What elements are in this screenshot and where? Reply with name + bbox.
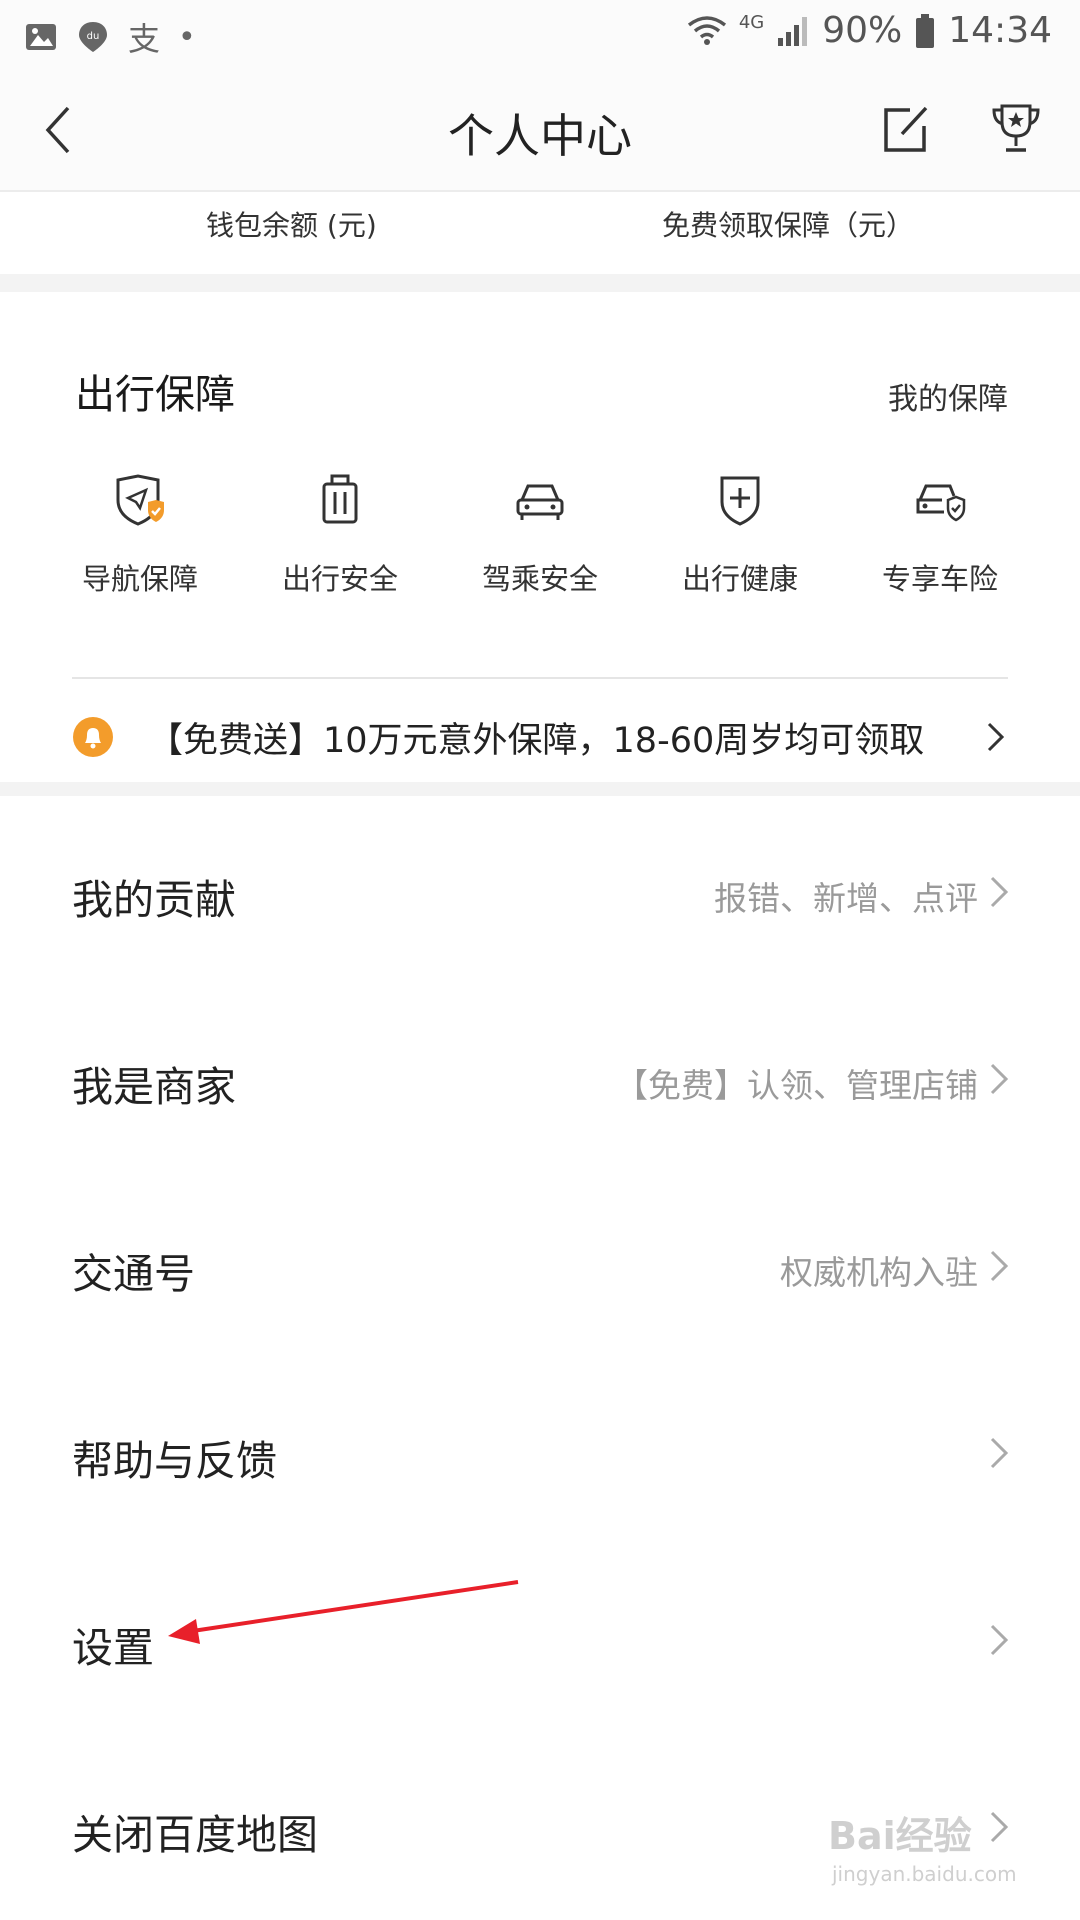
travel-safety-item[interactable]: 出行安全 xyxy=(240,472,440,598)
menu-item-label: 交通号 xyxy=(72,1250,195,1298)
battery-percent: 90% xyxy=(822,10,903,51)
section-title: 出行保障 xyxy=(75,372,235,418)
menu-item-label: 我是商家 xyxy=(72,1063,236,1111)
car-insurance-icon xyxy=(916,484,966,522)
menu-item-help-feedback[interactable]: 帮助与反馈 xyxy=(0,1357,1080,1544)
menu-item-contributions[interactable]: 我的贡献 报错、新增、点评 xyxy=(0,796,1080,983)
notification-dot: • xyxy=(178,19,196,55)
chevron-right-icon xyxy=(987,722,1005,752)
chevron-right-icon xyxy=(990,1063,1009,1095)
travel-health-item[interactable]: 出行健康 xyxy=(640,472,840,598)
chevron-right-icon xyxy=(990,1437,1009,1469)
divider xyxy=(72,677,1008,679)
free-insurance-banner[interactable]: 【免费送】10万元意外保障，18-60周岁均可领取 xyxy=(72,702,1008,772)
wifi-icon xyxy=(687,15,726,45)
menu-item-label: 关闭百度地图 xyxy=(72,1811,318,1859)
battery-icon xyxy=(916,13,935,48)
nav-shield-icon xyxy=(116,474,164,526)
nav-protection-item[interactable]: 导航保障 xyxy=(40,472,240,598)
protection-label: 导航保障 xyxy=(81,562,198,596)
menu-item-traffic-account[interactable]: 交通号 权威机构入驻 xyxy=(0,1170,1080,1357)
driving-safety-item[interactable]: 驾乘安全 xyxy=(440,472,640,598)
my-protection-link[interactable]: 我的保障 xyxy=(888,374,1008,418)
gallery-icon xyxy=(26,24,56,50)
status-bar: du 支 • 4G 90% 14:34 xyxy=(0,0,1080,70)
protection-grid: 导航保障 出行安全 驾乘安全 出行健康 专享车险 xyxy=(40,472,1040,598)
protection-label: 驾乘安全 xyxy=(481,562,598,596)
top-nav-bar: 个人中心 xyxy=(0,70,1080,192)
car-icon xyxy=(516,484,564,520)
network-type: 4G xyxy=(738,12,765,33)
section-gap xyxy=(0,274,1080,292)
travel-protection-card: 出行保障 我的保障 导航保障 出行安全 驾乘安全 出行健康 专享车险 【免费送】… xyxy=(0,292,1080,782)
chevron-right-icon xyxy=(990,876,1009,908)
menu-item-hint: 报错、新增、点评 xyxy=(714,879,978,918)
protection-label: 专享车险 xyxy=(881,562,998,596)
luggage-icon xyxy=(322,474,358,524)
menu-item-hint: 【免费】认领、管理店铺 xyxy=(615,1066,978,1105)
svg-text:du: du xyxy=(87,31,100,42)
protection-label: 出行健康 xyxy=(681,562,798,596)
car-insurance-item[interactable]: 专享车险 xyxy=(840,472,1040,598)
watermark-url: jingyan.baidu.com xyxy=(832,1862,1017,1886)
section-gap xyxy=(0,782,1080,796)
chevron-right-icon xyxy=(990,1250,1009,1282)
trophy-icon[interactable] xyxy=(988,100,1044,156)
free-protection-label[interactable]: 免费领取保障（元） xyxy=(662,204,914,244)
wallet-strip: 钱包余额 (元) 免费领取保障（元） xyxy=(0,194,1080,274)
signal-icon xyxy=(778,16,808,46)
health-shield-icon xyxy=(720,476,760,526)
protection-label: 出行安全 xyxy=(281,562,398,596)
menu-item-label: 我的贡献 xyxy=(72,876,236,924)
menu-item-merchant[interactable]: 我是商家 【免费】认领、管理店铺 xyxy=(0,983,1080,1170)
menu-item-settings[interactable]: 设置 xyxy=(0,1544,1080,1731)
bell-icon xyxy=(73,717,113,757)
edit-icon[interactable] xyxy=(880,102,930,156)
menu-list: 我的贡献 报错、新增、点评 我是商家 【免费】认领、管理店铺 交通号 权威机构入… xyxy=(0,796,1080,1918)
chevron-right-icon xyxy=(990,1624,1009,1656)
promo-text: 【免费送】10万元意外保障，18-60周岁均可领取 xyxy=(148,720,925,761)
menu-item-hint: 权威机构入驻 xyxy=(780,1253,978,1292)
baidu-map-icon: du xyxy=(79,22,107,52)
alipay-icon: 支 xyxy=(128,20,161,58)
chevron-right-icon xyxy=(990,1811,1009,1843)
watermark-logo: Bai经验 xyxy=(828,1814,972,1858)
wallet-balance-label[interactable]: 钱包余额 (元) xyxy=(206,204,377,244)
menu-item-label: 帮助与反馈 xyxy=(72,1437,277,1485)
menu-item-label: 设置 xyxy=(72,1624,154,1672)
clock: 14:34 xyxy=(948,10,1052,51)
